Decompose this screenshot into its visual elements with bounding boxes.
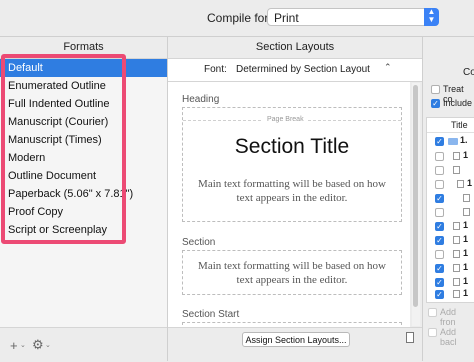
format-item-modern[interactable]: Modern	[0, 149, 167, 167]
section-layouts-footer: Assign Section Layouts...	[168, 327, 422, 362]
heading-body-preview: Main text formatting will be based on ho…	[198, 178, 386, 204]
folder-icon	[448, 138, 458, 145]
row-title: 1	[463, 262, 469, 272]
row-title: 1	[463, 276, 469, 286]
format-item-manuscript-times[interactable]: Manuscript (Times)	[0, 131, 167, 149]
document-icon	[453, 290, 460, 298]
row-title: 1	[463, 234, 469, 244]
formats-header: Formats	[0, 37, 167, 59]
section-layout-box: Main text formatting will be based on ho…	[182, 250, 402, 295]
chevron-down-icon: ⌄	[20, 342, 26, 349]
document-icon	[453, 278, 460, 286]
format-item-proof-copy[interactable]: Proof Copy	[0, 203, 167, 221]
updown-chevron-icon: ⌃	[384, 62, 392, 72]
include-label: Include	[443, 98, 473, 108]
gear-icon[interactable]: ⚙	[32, 337, 44, 353]
format-item-default[interactable]: Default	[0, 59, 167, 77]
row-title: 1	[463, 248, 469, 258]
compile-toolbar: Compile for: Print ▲ ▼	[0, 0, 474, 37]
section-layouts-header: Section Layouts	[168, 37, 422, 59]
plus-icon[interactable]: +	[10, 338, 18, 353]
compile-for-label: Compile for:	[207, 11, 272, 25]
row-title: 1.	[460, 135, 468, 145]
font-row: Font: Determined by Section Layout ⌃	[168, 59, 422, 82]
format-item-full-indented-outline[interactable]: Full Indented Outline	[0, 95, 167, 113]
section-label-heading: Heading	[182, 94, 220, 105]
document-icon	[453, 250, 460, 258]
row-checkbox[interactable]: ✓	[435, 290, 444, 299]
row-title: 1	[463, 288, 469, 298]
heading-layout-box: Page Break Section Title Main text forma…	[182, 107, 402, 222]
contents-panel: Co Treat co ✓ Include Title ✓ 1. 1 1 ✓ ✓…	[423, 37, 474, 361]
format-item-enumerated-outline[interactable]: Enumerated Outline	[0, 77, 167, 95]
row-title: 1	[463, 220, 469, 230]
section-title-preview: Section Title	[234, 135, 350, 158]
document-icon	[457, 180, 464, 188]
document-icon	[453, 152, 460, 160]
row-title: 1	[467, 178, 473, 188]
row-checkbox[interactable]: ✓	[435, 222, 444, 231]
assign-section-layouts-button[interactable]: Assign Section Layouts...	[242, 332, 350, 347]
document-icon	[453, 236, 460, 244]
row-checkbox[interactable]: ✓	[435, 194, 444, 203]
compile-for-select[interactable]: Print ▲ ▼	[267, 8, 439, 26]
row-title: 1	[463, 150, 469, 160]
row-checkbox[interactable]: ✓	[435, 137, 444, 146]
document-icon[interactable]	[406, 332, 414, 343]
section-label-section: Section	[182, 237, 216, 248]
treat-checkbox[interactable]	[431, 85, 440, 94]
font-label: Font:	[204, 64, 227, 75]
formats-footer: + ⌄ ⚙ ⌄	[0, 327, 167, 362]
row-checkbox[interactable]	[435, 152, 444, 161]
contents-header-fragment: Co	[463, 67, 474, 78]
row-checkbox[interactable]	[435, 166, 444, 175]
scrollbar-thumb[interactable]	[413, 85, 418, 307]
format-item-outline-document[interactable]: Outline Document	[0, 167, 167, 185]
format-item-script-or-screenplay[interactable]: Script or Screenplay	[0, 221, 167, 239]
chevron-down-icon: ⌄	[45, 342, 51, 349]
row-checkbox[interactable]: ✓	[435, 264, 444, 273]
section-label-section-start: Section Start	[182, 309, 240, 320]
row-checkbox[interactable]	[435, 180, 444, 189]
row-checkbox[interactable]	[435, 208, 444, 217]
format-item-paperback[interactable]: Paperback (5.06" x 7.81")	[0, 185, 167, 203]
page-break-label: Page Break	[263, 116, 308, 123]
include-checkbox[interactable]: ✓	[431, 99, 440, 108]
document-icon	[453, 222, 460, 230]
compile-for-value: Print	[274, 11, 299, 25]
section-layouts-panel: Section Layouts Font: Determined by Sect…	[168, 37, 423, 362]
document-icon	[453, 166, 460, 174]
section-body-preview: Main text formatting will be based on ho…	[198, 260, 386, 286]
font-select[interactable]: Determined by Section Layout	[236, 64, 370, 75]
document-icon	[453, 264, 460, 272]
document-icon	[463, 194, 470, 202]
formats-panel: Formats Default Enumerated Outline Full …	[0, 37, 168, 362]
add-back-matter-label: Add bacl	[440, 327, 457, 347]
add-front-matter-checkbox[interactable]	[428, 308, 437, 317]
row-checkbox[interactable]: ✓	[435, 278, 444, 287]
add-front-matter-label: Add fron	[440, 307, 457, 327]
updown-chevron-icon: ▲ ▼	[424, 8, 439, 26]
contents-list[interactable]: Title ✓ 1. 1 1 ✓ ✓ 1 ✓ 1 1 ✓ 1 ✓ 1 ✓ 1	[426, 117, 474, 303]
document-icon	[463, 208, 470, 216]
format-item-manuscript-courier[interactable]: Manuscript (Courier)	[0, 113, 167, 131]
title-column-header: Title	[451, 120, 468, 130]
row-checkbox[interactable]	[435, 250, 444, 259]
section-layouts-preview[interactable]: Heading Page Break Section Title Main te…	[168, 82, 410, 327]
add-back-matter-checkbox[interactable]	[428, 328, 437, 337]
row-checkbox[interactable]: ✓	[435, 236, 444, 245]
